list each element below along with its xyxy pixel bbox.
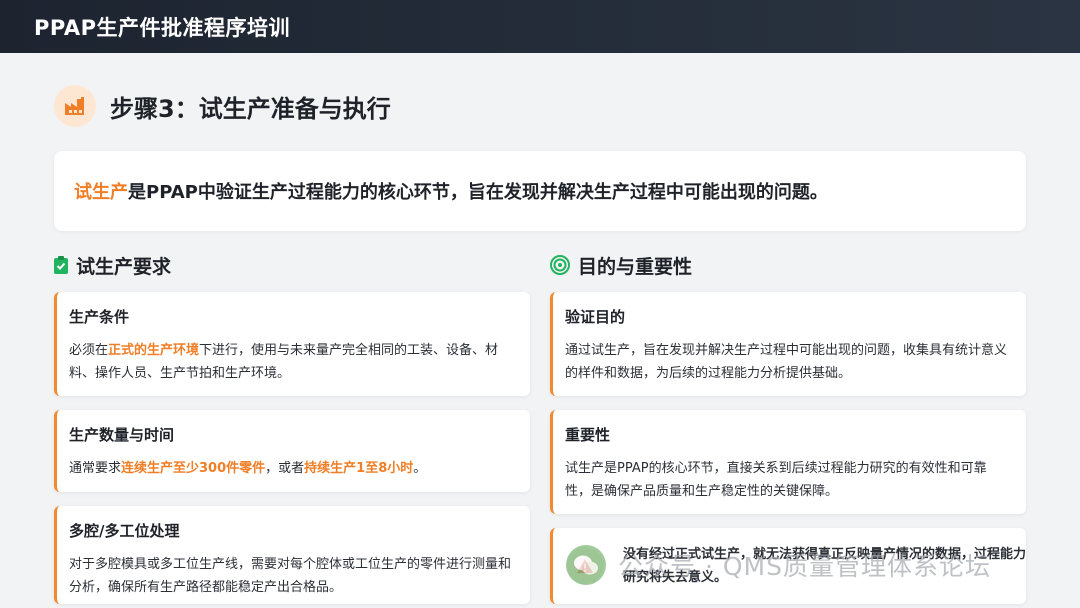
intro-text: 是PPAP中验证生产过程能力的核心环节，旨在发现并解决生产过程中可能出现的问题。	[128, 182, 828, 203]
highlight-text: 正式的生产环境	[108, 343, 200, 358]
clipboard-check-icon	[54, 256, 68, 274]
target-icon	[550, 255, 570, 275]
card-quantity-time: 生产数量与时间 通常要求连续生产至少300件零件，或者持续生产1至8小时。	[54, 410, 530, 492]
section-requirements-title: 试生产要求	[76, 255, 172, 278]
highlight-text: 连续生产至少300件零件	[121, 461, 266, 476]
intro-keyword: 试生产	[74, 182, 128, 203]
card-text: 试生产是PPAP的核心环节，直接关系到后续过程能力研究的有效性和可靠性，是确保产…	[565, 461, 987, 499]
card-verification-purpose: 验证目的 通过试生产，旨在发现并解决生产过程中可能出现的问题，收集具有统计意义的…	[550, 292, 1026, 396]
factory-icon	[54, 85, 96, 127]
watermark: 公众号 · QMS质量管理体系论坛	[566, 545, 991, 585]
watermark-text: 公众号 · QMS质量管理体系论坛	[618, 552, 991, 581]
card-text: 通过试生产，旨在发现并解决生产过程中可能出现的问题，收集具有统计意义的样件和数据…	[565, 343, 1008, 381]
card-text: 通常要求连续生产至少300件零件，或者持续生产1至8小时。	[69, 461, 427, 476]
card-production-conditions: 生产条件 必须在正式的生产环境下进行，使用与未来量产完全相同的工装、设备、材料、…	[54, 292, 530, 396]
card-title: 生产数量与时间	[69, 426, 175, 444]
header-bar: PPAP生产件批准程序培训	[0, 0, 1080, 53]
wechat-logo-icon	[566, 545, 606, 585]
card-title: 生产条件	[69, 308, 130, 326]
section-purpose-title: 目的与重要性	[578, 255, 693, 278]
card-title: 验证目的	[565, 308, 626, 326]
step-title: 步骤3：试生产准备与执行	[110, 94, 391, 123]
section-purpose-heading: 目的与重要性	[550, 252, 692, 278]
card-text: 必须在正式的生产环境下进行，使用与未来量产完全相同的工装、设备、材料、操作人员、…	[69, 343, 499, 381]
card-text: 对于多腔模具或多工位生产线，需要对每个腔体或工位生产的零件进行测量和分析，确保所…	[69, 557, 512, 595]
section-requirements-heading: 试生产要求	[54, 252, 171, 278]
card-importance: 重要性 试生产是PPAP的核心环节，直接关系到后续过程能力研究的有效性和可靠性，…	[550, 410, 1026, 514]
card-title: 重要性	[565, 426, 611, 444]
card-multi-cavity: 多腔/多工位处理 对于多腔模具或多工位生产线，需要对每个腔体或工位生产的零件进行…	[54, 506, 530, 604]
highlight-text: 持续生产1至8小时	[304, 461, 414, 476]
intro-card: 试生产 是PPAP中验证生产过程能力的核心环节，旨在发现并解决生产过程中可能出现的…	[54, 151, 1026, 231]
page-title: PPAP生产件批准程序培训	[34, 15, 290, 40]
card-title: 多腔/多工位处理	[69, 522, 180, 540]
step-heading: 步骤3：试生产准备与执行	[54, 81, 391, 131]
